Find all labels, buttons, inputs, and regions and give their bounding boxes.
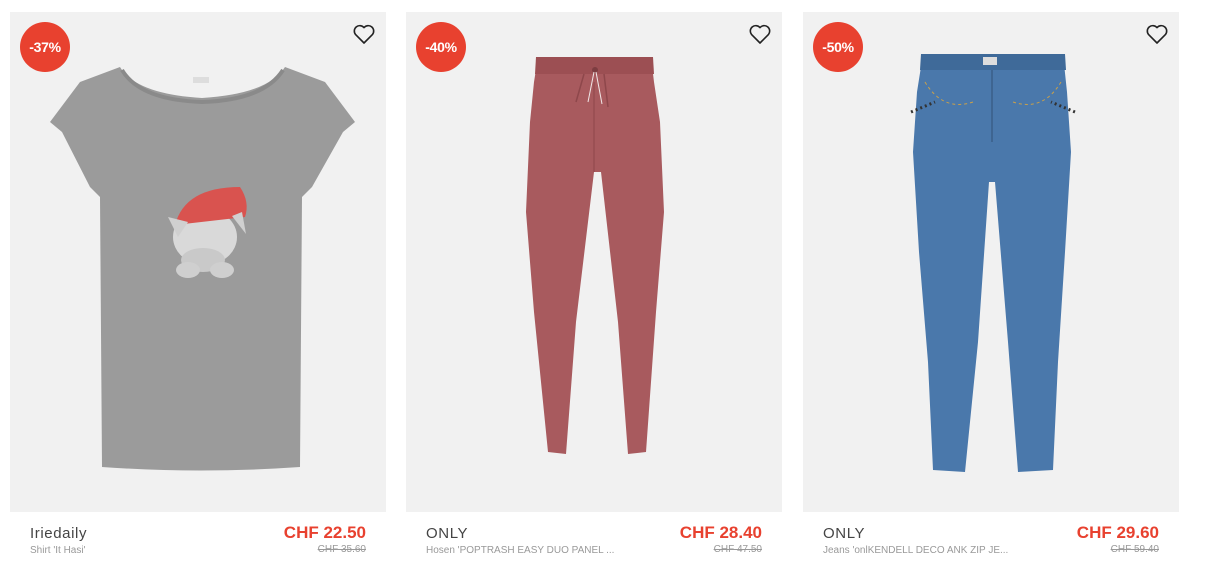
- product-name: Jeans 'onlKENDELL DECO ANK ZIP JE...: [823, 545, 1009, 556]
- product-info[interactable]: ONLY Jeans 'onlKENDELL DECO ANK ZIP JE..…: [803, 512, 1179, 584]
- original-price: CHF 35.60: [317, 544, 366, 555]
- heart-outline-icon[interactable]: [352, 22, 376, 46]
- discount-badge: -37%: [20, 22, 70, 72]
- product-image[interactable]: -40%: [406, 12, 782, 512]
- heart-outline-icon[interactable]: [748, 22, 772, 46]
- discount-badge: -40%: [416, 22, 466, 72]
- jeans-icon: [910, 54, 1076, 472]
- sale-price: CHF 22.50: [283, 523, 366, 542]
- sale-price: CHF 28.40: [679, 523, 762, 542]
- brand-name: ONLY: [426, 525, 469, 542]
- sale-price: CHF 29.60: [1076, 523, 1159, 542]
- trousers-icon: [526, 57, 664, 454]
- brand-name: ONLY: [823, 525, 866, 542]
- product-name: Hosen 'POPTRASH EASY DUO PANEL ...: [426, 545, 615, 556]
- product-info[interactable]: Iriedaily Shirt 'It Hasi' CHF 22.50 CHF …: [10, 512, 386, 584]
- original-price: CHF 59.40: [1110, 544, 1159, 555]
- product-name: Shirt 'It Hasi': [30, 545, 86, 556]
- product-image[interactable]: -50%: [803, 12, 1179, 512]
- brand-name: Iriedaily: [30, 525, 88, 542]
- original-price: CHF 47.50: [713, 544, 762, 555]
- product-card[interactable]: -50% ONLY Jeans 'onlKENDELL DECO ANK ZIP…: [803, 12, 1179, 584]
- discount-badge: -50%: [813, 22, 863, 72]
- product-card[interactable]: -37% Iriedaily Shirt 'It Hasi' CHF 22.50…: [10, 12, 386, 584]
- heart-outline-icon[interactable]: [1145, 22, 1169, 46]
- tshirt-icon: [50, 67, 355, 471]
- product-card[interactable]: -40% ONLY Hosen 'POPTRASH EASY DUO PANEL…: [406, 12, 782, 584]
- product-image[interactable]: -37%: [10, 12, 386, 512]
- product-info[interactable]: ONLY Hosen 'POPTRASH EASY DUO PANEL ... …: [406, 512, 782, 584]
